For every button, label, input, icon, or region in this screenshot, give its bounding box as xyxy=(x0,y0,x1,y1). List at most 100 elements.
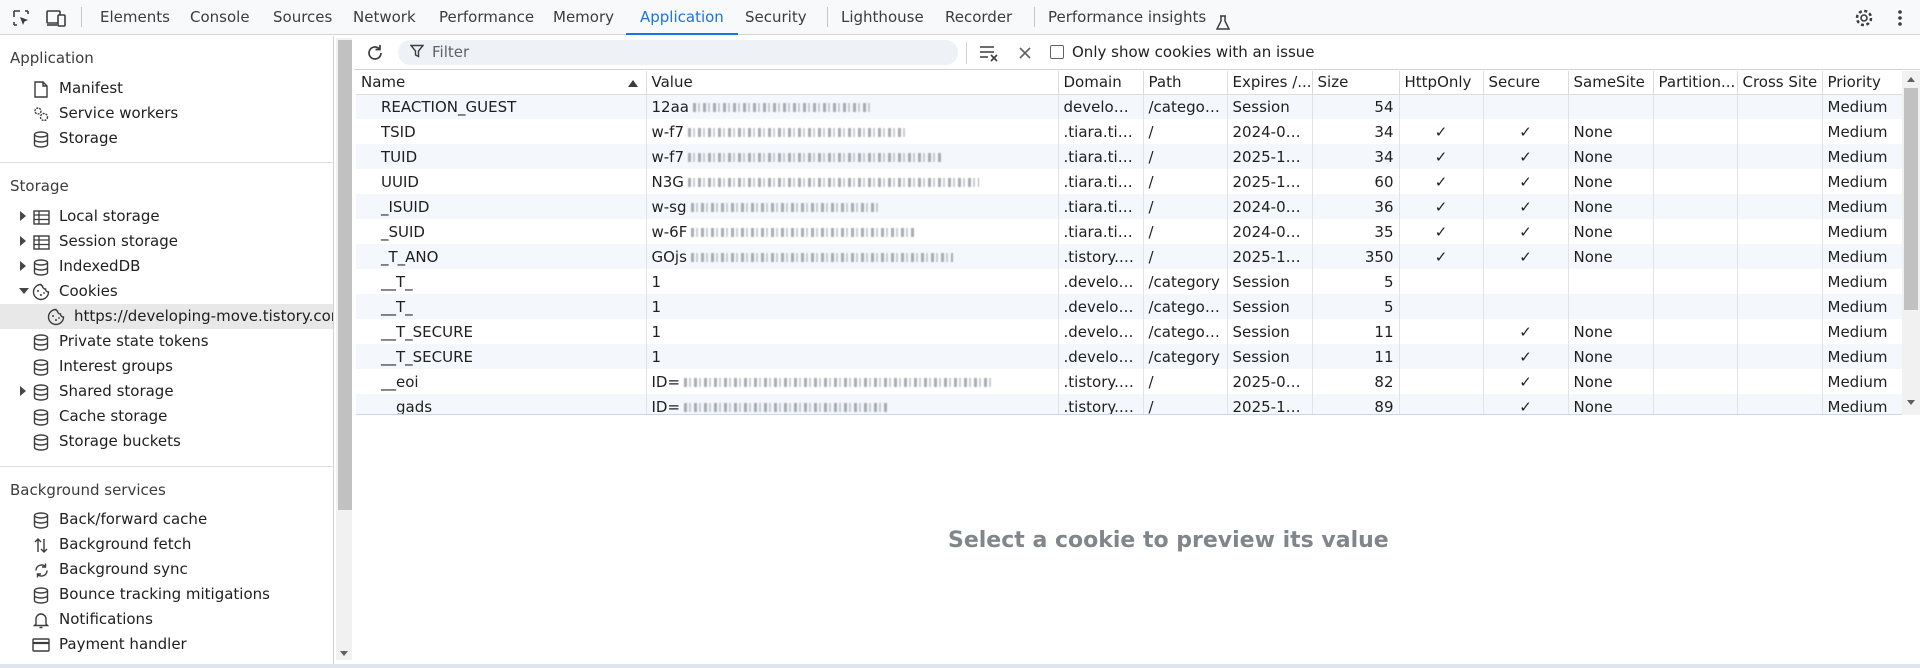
tab-lighthouse[interactable]: Lighthouse xyxy=(827,0,938,35)
column-header-priority[interactable]: Priority xyxy=(1822,71,1902,95)
table-row[interactable]: _SUID w-6F .tiara.tist.../2024-09-... 35 ✓ ✓ N… xyxy=(356,219,1902,244)
column-header-partition[interactable]: Partition... xyxy=(1653,71,1738,95)
table-row[interactable]: UUID N3G .tiara.tist.../2025-10-... 60 ✓ ✓ Non… xyxy=(356,169,1902,194)
tab-performance-insights[interactable]: Performance insights xyxy=(1034,0,1242,35)
sidebar-item-cookies[interactable]: Cookies xyxy=(0,279,333,304)
sidebar-item-bounce-tracking[interactable]: Bounce tracking mitigations xyxy=(0,582,333,607)
cell-expires: Session xyxy=(1227,294,1313,319)
table-row[interactable]: TSID w-f7 .tiara.tist.../2024-09-... 34 ✓ ✓ No… xyxy=(356,119,1902,144)
column-header-httponly[interactable]: HttpOnly xyxy=(1399,71,1484,95)
cell-path: / xyxy=(1143,169,1228,194)
collapse-arrow-icon[interactable] xyxy=(19,288,29,294)
sidebar-item-notifications[interactable]: Notifications xyxy=(0,607,333,632)
column-header-cross-site[interactable]: Cross Site xyxy=(1737,71,1823,95)
sidebar-item-shared-storage[interactable]: Shared storage xyxy=(0,379,333,404)
sidebar-item-background-fetch[interactable]: Background fetch xyxy=(0,532,333,557)
select-element-icon[interactable] xyxy=(9,6,33,30)
cell-priority: Medium xyxy=(1822,144,1902,169)
table-row[interactable]: TUID w-f7 .tiara.tist.../2025-10-... 34 ✓ ✓ No… xyxy=(356,144,1902,169)
sidebar-item-local-storage[interactable]: Local storage xyxy=(0,204,333,229)
column-header-name[interactable]: Name xyxy=(356,71,647,95)
tab-elements[interactable]: Elements xyxy=(86,0,184,35)
delete-selected-icon[interactable] xyxy=(1014,42,1036,64)
cell-samesite: None xyxy=(1568,169,1654,194)
cell-httponly xyxy=(1399,369,1484,394)
scroll-down-arrow-icon[interactable] xyxy=(1907,400,1915,405)
sidebar-item-cookie-origin[interactable]: https://developing-move.tistory.com xyxy=(0,304,333,329)
cell-domain: .developi... xyxy=(1058,319,1144,344)
redacted-value xyxy=(684,377,992,387)
tab-recorder[interactable]: Recorder xyxy=(931,0,1026,35)
column-header-expires[interactable]: Expires /... xyxy=(1227,71,1313,95)
sidebar-item-label: Cache storage xyxy=(59,407,168,425)
table-scrollbar-thumb[interactable] xyxy=(1904,88,1918,310)
column-header-path[interactable]: Path xyxy=(1143,71,1228,95)
cell-secure: ✓ xyxy=(1483,119,1569,144)
sidebar-item-service-workers[interactable]: Service workers xyxy=(0,101,333,126)
column-header-samesite[interactable]: SameSite xyxy=(1568,71,1654,95)
expand-arrow-icon[interactable] xyxy=(20,386,26,396)
refresh-icon[interactable] xyxy=(364,42,386,64)
document-icon xyxy=(32,80,50,98)
tab-network[interactable]: Network xyxy=(339,0,430,35)
cell-name: __gads xyxy=(356,394,647,414)
kebab-menu-icon[interactable] xyxy=(1888,6,1912,30)
sidebar-scrollbar-thumb[interactable] xyxy=(338,40,352,510)
expand-arrow-icon[interactable] xyxy=(20,261,26,271)
tab-performance[interactable]: Performance xyxy=(425,0,548,35)
cell-domain: .tistory.c... xyxy=(1058,244,1144,269)
table-row[interactable]: __eoi ID= .tistory.c.../2025-03-... 82 ✓ None… xyxy=(356,369,1902,394)
table-row[interactable]: REACTION_GUEST 12aa developi.../categor...… xyxy=(356,94,1902,119)
sidebar-item-private-state-tokens[interactable]: Private state tokens xyxy=(0,329,333,354)
table-row[interactable]: __gads ID= .tistory.c.../2025-10-... 89 ✓ Non… xyxy=(356,394,1902,414)
cell-partition xyxy=(1653,194,1738,219)
column-header-domain[interactable]: Domain xyxy=(1058,71,1144,95)
sidebar-item-storage-buckets[interactable]: Storage buckets xyxy=(0,429,333,454)
table-row[interactable]: _T_ANO GOjs .tistory.c.../2025-10-... 350 ✓ ✓… xyxy=(356,244,1902,269)
cell-value: w-sg xyxy=(646,194,1059,219)
column-header-value[interactable]: Value xyxy=(646,71,1059,95)
cell-path: / xyxy=(1143,219,1228,244)
table-row[interactable]: __T_SECURE 1 .developi.../category Session 1… xyxy=(356,344,1902,369)
tab-memory[interactable]: Memory xyxy=(539,0,628,35)
tab-security[interactable]: Security xyxy=(731,0,821,35)
table-row[interactable]: _ISUID w-sg .tiara.tist.../2024-09-... 36 ✓ ✓… xyxy=(356,194,1902,219)
cell-httponly: ✓ xyxy=(1399,219,1484,244)
cell-expires: 2025-10-... xyxy=(1227,169,1313,194)
cell-priority: Medium xyxy=(1822,194,1902,219)
clear-all-icon[interactable] xyxy=(978,42,1000,64)
sidebar-item-indexeddb[interactable]: IndexedDB xyxy=(0,254,333,279)
table-row[interactable]: __T_SECURE 1 .developi.../categor... Sessio… xyxy=(356,319,1902,344)
sidebar-item-payment-handler[interactable]: Payment handler xyxy=(0,632,333,657)
cell-samesite: None xyxy=(1568,394,1654,414)
sidebar-item-manifest[interactable]: Manifest xyxy=(0,76,333,101)
scroll-down-arrow-icon[interactable] xyxy=(340,651,348,656)
cell-partition xyxy=(1653,319,1738,344)
column-header-size[interactable]: Size xyxy=(1312,71,1400,95)
table-row[interactable]: __T_ 1 .developi.../category Session 5 Medium xyxy=(356,269,1902,294)
expand-arrow-icon[interactable] xyxy=(20,236,26,246)
tab-console[interactable]: Console xyxy=(176,0,264,35)
table-row[interactable]: __T_ 1 .developi.../categor... Session 5 Medi… xyxy=(356,294,1902,319)
filter-input[interactable]: Filter xyxy=(398,40,958,65)
only-issue-checkbox[interactable] xyxy=(1050,45,1064,59)
cell-secure xyxy=(1483,94,1569,119)
column-header-secure[interactable]: Secure xyxy=(1483,71,1569,95)
sidebar-item-background-sync[interactable]: Background sync xyxy=(0,557,333,582)
sidebar-item-cache-storage[interactable]: Cache storage xyxy=(0,404,333,429)
sidebar-item-storage[interactable]: Storage xyxy=(0,126,333,151)
sidebar-item-interest-groups[interactable]: Interest groups xyxy=(0,354,333,379)
sidebar-item-label: Manifest xyxy=(59,79,124,97)
expand-arrow-icon[interactable] xyxy=(20,211,26,221)
device-toolbar-icon[interactable] xyxy=(44,6,68,30)
scroll-up-arrow-icon[interactable] xyxy=(1907,77,1915,82)
cell-domain: .tiara.tist... xyxy=(1058,169,1144,194)
tab-sources[interactable]: Sources xyxy=(259,0,346,35)
sidebar-item-session-storage[interactable]: Session storage xyxy=(0,229,333,254)
cell-domain: .tiara.tist... xyxy=(1058,144,1144,169)
gear-icon[interactable] xyxy=(1852,6,1876,30)
cell-partition xyxy=(1653,344,1738,369)
cell-expires: 2025-10-... xyxy=(1227,244,1313,269)
tab-application[interactable]: Application xyxy=(626,0,738,35)
sidebar-item-back-forward-cache[interactable]: Back/forward cache xyxy=(0,507,333,532)
